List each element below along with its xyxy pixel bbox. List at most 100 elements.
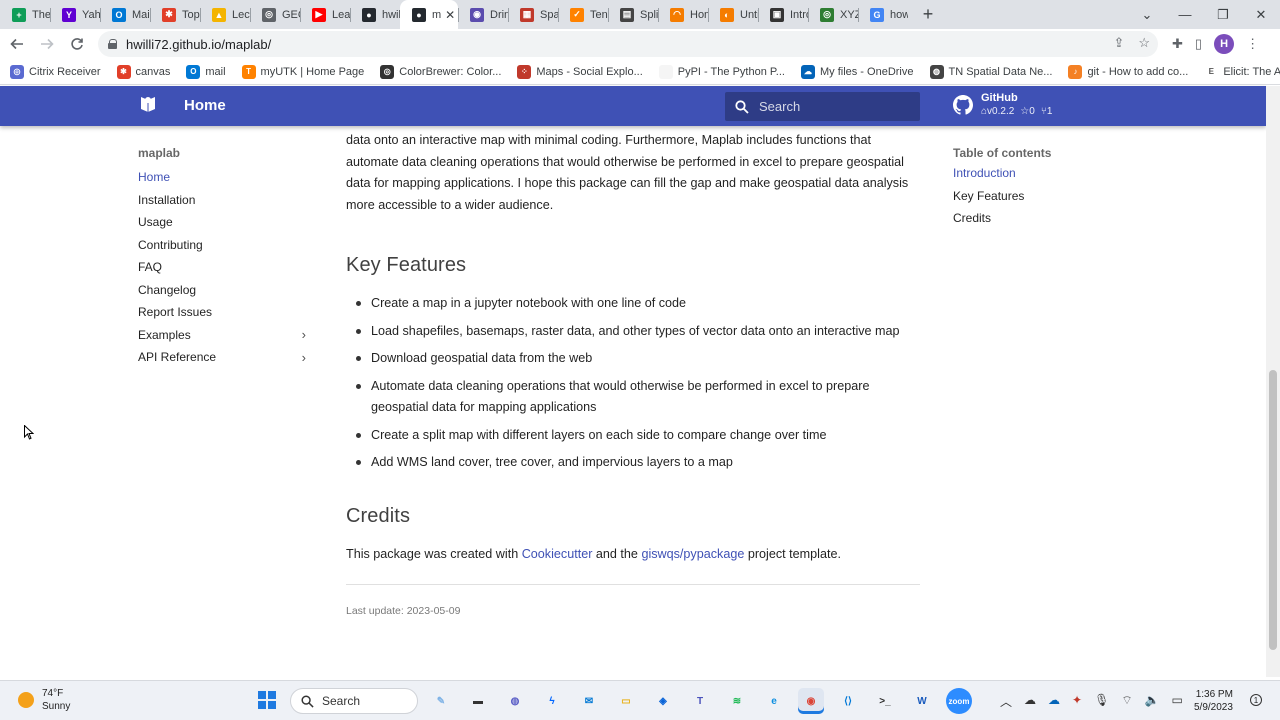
microphone-icon[interactable]: 🎙 (1094, 693, 1109, 710)
nav-item-report-issues[interactable]: Report Issues (138, 301, 308, 324)
address-bar[interactable]: hwilli72.github.io/maplab/ ⇪ ☆ (98, 31, 1158, 57)
chrome-icon[interactable]: ◉ (798, 688, 824, 714)
browser-tab[interactable]: ▣ Introc (758, 0, 808, 29)
nav-item-contributing[interactable]: Contributing (138, 234, 308, 257)
vscode-icon[interactable]: ⟨⟩ (835, 688, 861, 714)
share-icon[interactable]: ⇪ (1113, 35, 1124, 51)
bookmark-item[interactable]: TmyUTK | Home Page (241, 64, 364, 79)
widgets-icon[interactable]: ✎ (428, 688, 454, 714)
browser-tab[interactable]: ◎ GEOG (250, 0, 300, 29)
chevron-right-icon[interactable]: › (302, 350, 306, 365)
taskbar-search[interactable]: Search (290, 688, 418, 714)
onedrive-icon[interactable]: ☁ (1048, 693, 1060, 710)
browser-tab[interactable]: ▶ Leafn (300, 0, 350, 29)
forward-button[interactable] (34, 31, 60, 57)
pypackage-link[interactable]: giswqs/pypackage (641, 547, 744, 561)
system-clock[interactable]: 1:36 PM 5/9/2023 (1194, 688, 1233, 714)
side-panel-icon[interactable]: ▯ (1195, 36, 1202, 52)
tab-search-icon[interactable]: ⌄ (1128, 7, 1166, 23)
page-scrollbar[interactable] (1266, 86, 1280, 677)
search-input[interactable] (759, 99, 909, 114)
browser-tab[interactable]: ◠ Home (658, 0, 708, 29)
browser-tab[interactable]: ▦ Spati (508, 0, 558, 29)
bookmark-star-icon[interactable]: ☆ (1138, 35, 1150, 51)
bookmark-item[interactable]: ⁘ Maps - Social Explo... (517, 64, 643, 79)
weather-widget[interactable]: 74°F Sunny (18, 687, 70, 713)
cookiecutter-link[interactable]: Cookiecutter (522, 547, 593, 561)
browser-tab[interactable]: Ghow t (858, 0, 908, 29)
notification-icon[interactable]: 1 (1250, 694, 1262, 706)
browser-tab[interactable]: ◎ XYZ T (808, 0, 858, 29)
browser-tab[interactable]: ✓ Tenne (558, 0, 608, 29)
teams-icon[interactable]: T (687, 688, 713, 714)
browser-tab[interactable]: ▲ Lectu (200, 0, 250, 29)
bookmark-item[interactable]: ✱ canvas (116, 64, 170, 79)
new-tab-button[interactable]: + (914, 0, 942, 29)
url-text[interactable]: hwilli72.github.io/maplab/ (126, 37, 271, 52)
bookmark-item[interactable]: ◍ TN Spatial Data Ne... (929, 64, 1052, 79)
start-button[interactable] (258, 691, 276, 709)
bookmark-item[interactable]: ◎ ColorBrewer: Color... (380, 64, 501, 79)
spotify-icon[interactable]: ≋ (724, 688, 750, 714)
cloud-icon[interactable]: ☁ (1024, 693, 1036, 710)
reload-button[interactable] (64, 31, 90, 57)
zoom-icon[interactable]: zoom (946, 688, 972, 714)
bookmark-item[interactable]: ☁ My files - OneDrive (800, 64, 914, 79)
browser-tab[interactable]: ◐ Untitl (708, 0, 758, 29)
bookmark-item[interactable]: Omail (186, 64, 226, 79)
bookmark-item[interactable]: ◎ Citrix Receiver (10, 64, 101, 79)
nav-item-api-reference[interactable]: API Reference › (138, 346, 308, 369)
browser-tab[interactable]: ● hwilli (350, 0, 400, 29)
chevron-right-icon[interactable]: › (302, 327, 306, 342)
back-button[interactable] (4, 31, 30, 57)
lock-icon[interactable] (108, 39, 118, 49)
browser-tab[interactable]: ● m ✕ (400, 0, 458, 29)
defender-icon[interactable]: ◈ (650, 688, 676, 714)
edge-icon[interactable]: e (761, 688, 787, 714)
mail-icon[interactable]: ✉ (576, 688, 602, 714)
profile-avatar[interactable]: H (1214, 34, 1235, 54)
browser-tab[interactable]: O Mail - (100, 0, 150, 29)
nav-item-usage[interactable]: Usage (138, 211, 308, 234)
volume-icon[interactable]: 🔈 (1145, 693, 1160, 710)
scrollbar-thumb[interactable] (1269, 370, 1277, 650)
book-logo-icon[interactable] (140, 97, 156, 114)
nav-item-examples[interactable]: Examples › (138, 324, 308, 347)
toc-item-introduction[interactable]: Introduction (953, 166, 1051, 189)
chrome-menu-icon[interactable]: ⋮ (1246, 36, 1259, 52)
nav-item-changelog[interactable]: Changelog (138, 279, 308, 302)
word-icon[interactable]: W (909, 688, 935, 714)
close-window-button[interactable]: ✕ (1242, 7, 1280, 23)
nav-item-home[interactable]: Home (138, 166, 308, 189)
bookmark-label: My files - OneDrive (819, 65, 914, 78)
browser-tab[interactable]: Y Yahoo (50, 0, 100, 29)
folder-icon[interactable]: ▭ (613, 688, 639, 714)
browser-tab[interactable]: ✱ Topic (150, 0, 200, 29)
bookmark-item[interactable]: PyPI - The Python P... (658, 64, 785, 79)
browser-tab[interactable]: ◉ Drink (458, 0, 508, 29)
bookmark-item[interactable]: ♪ git - How to add co... (1068, 64, 1188, 79)
teams-chat-icon[interactable]: ◍ (502, 688, 528, 714)
toc-item-credits[interactable]: Credits (953, 211, 1051, 234)
file-explorer-icon[interactable]: ▬ (465, 688, 491, 714)
toc-item-key-features[interactable]: Key Features (953, 189, 1051, 212)
dropbox-icon[interactable]: ✦ (1072, 693, 1082, 710)
nav-item-label: Installation (138, 192, 196, 207)
nav-item-faq[interactable]: FAQ (138, 256, 308, 279)
restore-button[interactable]: ❐ (1204, 7, 1242, 23)
browser-tab[interactable]: + The E (0, 0, 50, 29)
browser-tab[interactable]: ▤ SplitN (608, 0, 658, 29)
terminal-icon[interactable]: >_ (872, 688, 898, 714)
tray-chevron-icon[interactable]: ︿ (1000, 693, 1012, 710)
nav-item-installation[interactable]: Installation (138, 189, 308, 212)
close-tab-icon[interactable]: ✕ (445, 8, 455, 22)
battery-icon[interactable]: ▭ (1172, 693, 1183, 710)
bookmark-item[interactable]: E Elicit: The AI Resear... (1204, 64, 1280, 79)
minimize-button[interactable]: — (1166, 7, 1204, 22)
repo-link[interactable]: GitHub ⌂v0.2.2 ☆0 ⑂1 (953, 92, 1052, 118)
wifi-icon[interactable]: ⌔ (1121, 693, 1132, 710)
powerautomate-icon[interactable]: ϟ (539, 688, 565, 714)
tab-label: Tenne (590, 8, 608, 21)
search-box[interactable] (725, 92, 920, 121)
extensions-icon[interactable]: ✚ (1172, 36, 1183, 52)
